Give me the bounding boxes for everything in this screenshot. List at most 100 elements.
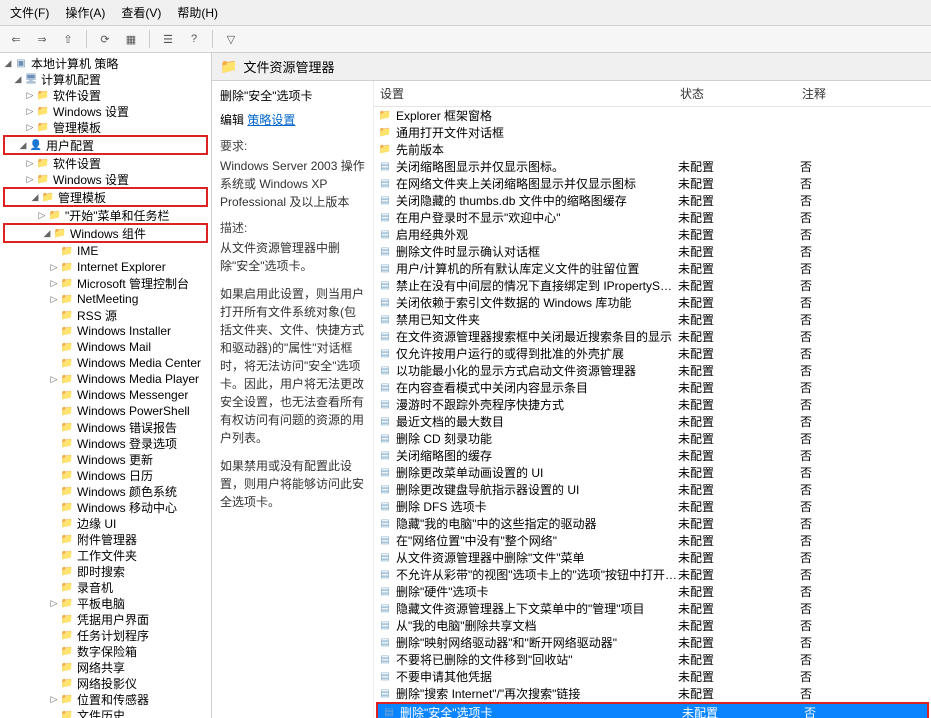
list-policy-row[interactable]: ▤最近文档的最大数目未配置否 [374, 413, 931, 430]
tree-item[interactable]: 📁Windows PowerShell [0, 403, 211, 419]
expand-icon[interactable]: ▷ [24, 122, 36, 133]
tree-item-admin-templates[interactable]: ◢ 📁 管理模板 [5, 189, 206, 205]
list-policy-row[interactable]: ▤在内容查看模式中关闭内容显示条目未配置否 [374, 379, 931, 396]
list-policy-row[interactable]: ▤禁止在没有中间层的情况下直接绑定到 IPropertySetStor...未配… [374, 277, 931, 294]
list-policy-row[interactable]: ▤启用经典外观未配置否 [374, 226, 931, 243]
list-policy-row[interactable]: ▤删除"硬件"选项卡未配置否 [374, 583, 931, 600]
col-status[interactable]: 状态 [674, 81, 796, 106]
tree-item[interactable]: 📁附件管理器 [0, 531, 211, 547]
tree-item[interactable]: 📁Windows Mail [0, 339, 211, 355]
menu-file[interactable]: 文件(F) [6, 2, 53, 23]
tree-item[interactable]: 📁Windows 更新 [0, 451, 211, 467]
tree-user-config[interactable]: ◢ 👤 用户配置 [5, 137, 206, 153]
list-policy-row[interactable]: ▤关闭缩略图的缓存未配置否 [374, 447, 931, 464]
expand-icon[interactable]: ▷ [48, 262, 60, 273]
refresh-button[interactable]: ⟳ [95, 29, 115, 49]
list-policy-row[interactable]: ▤不允许从彩带"的视图"选项卡上的"选项"按钮中打开文件夹...未配置否 [374, 566, 931, 583]
list-policy-row[interactable]: ▤不要申请其他凭据未配置否 [374, 668, 931, 685]
list-policy-row[interactable]: ▤关闭依赖于索引文件数据的 Windows 库功能未配置否 [374, 294, 931, 311]
tree-item[interactable]: ▷📁Windows Media Player [0, 371, 211, 387]
collapse-icon[interactable]: ◢ [12, 74, 24, 85]
tree-item[interactable]: 📁网络共享 [0, 659, 211, 675]
col-comment[interactable]: 注释 [796, 81, 931, 106]
nav-tree[interactable]: ◢ ▣ 本地计算机 策略 ◢ 🖥 计算机配置 ▷ 📁 软件设置 ▷ 📁 Wind… [0, 53, 212, 718]
collapse-icon[interactable]: ◢ [2, 58, 14, 69]
list-policy-row[interactable]: ▤删除 DFS 选项卡未配置否 [374, 498, 931, 515]
list-policy-row[interactable]: ▤关闭隐藏的 thumbs.db 文件中的缩略图缓存未配置否 [374, 192, 931, 209]
menu-help[interactable]: 帮助(H) [173, 2, 222, 23]
list-policy-row[interactable]: ▤删除更改菜单动画设置的 UI未配置否 [374, 464, 931, 481]
forward-button[interactable]: ⇒ [32, 29, 52, 49]
tree-item-admin-templates[interactable]: ▷ 📁 管理模板 [0, 119, 211, 135]
tree-item[interactable]: 📁数字保险箱 [0, 643, 211, 659]
list-policy-row[interactable]: ▤删除"安全"选项卡未配置否 [378, 704, 927, 718]
tree-item[interactable]: 📁Windows Media Center [0, 355, 211, 371]
tree-item[interactable]: 📁边缘 UI [0, 515, 211, 531]
tree-item[interactable]: 📁Windows 日历 [0, 467, 211, 483]
tree-item[interactable]: ▷📁平板电脑 [0, 595, 211, 611]
expand-icon[interactable]: ▷ [24, 158, 36, 169]
collapse-icon[interactable]: ◢ [17, 140, 29, 151]
list-policy-row[interactable]: ▤隐藏"我的电脑"中的这些指定的驱动器未配置否 [374, 515, 931, 532]
policy-settings-link[interactable]: 策略设置 [247, 113, 295, 127]
tree-item-start-menu[interactable]: ▷ 📁 "开始"菜单和任务栏 [0, 207, 211, 223]
list-policy-row[interactable]: ▤禁用已知文件夹未配置否 [374, 311, 931, 328]
list-policy-row[interactable]: ▤在文件资源管理器搜索框中关闭最近搜索条目的显示未配置否 [374, 328, 931, 345]
export-button[interactable]: ▦ [121, 29, 141, 49]
list-policy-row[interactable]: ▤关闭缩略图显示并仅显示图标。未配置否 [374, 158, 931, 175]
menu-view[interactable]: 查看(V) [117, 2, 165, 23]
list-policy-row[interactable]: ▤在"网络位置"中没有"整个网络"未配置否 [374, 532, 931, 549]
tree-item[interactable]: ▷📁位置和传感器 [0, 691, 211, 707]
filter-button[interactable]: ▽ [221, 29, 241, 49]
expand-icon[interactable]: ▷ [48, 374, 60, 385]
policy-list[interactable]: 设置 状态 注释 📁Explorer 框架窗格📁通用打开文件对话框📁先前版本▤关… [374, 81, 931, 718]
list-policy-row[interactable]: ▤删除文件时显示确认对话框未配置否 [374, 243, 931, 260]
expand-icon[interactable]: ▷ [48, 598, 60, 609]
tree-root[interactable]: ◢ ▣ 本地计算机 策略 [0, 55, 211, 71]
tree-item-windows-settings[interactable]: ▷ 📁 Windows 设置 [0, 103, 211, 119]
tree-item[interactable]: 📁Windows Installer [0, 323, 211, 339]
expand-icon[interactable]: ▷ [48, 278, 60, 289]
col-setting[interactable]: 设置 [374, 81, 674, 106]
tree-item[interactable]: 📁文件历史 [0, 707, 211, 718]
list-policy-row[interactable]: ▤删除 CD 刻录功能未配置否 [374, 430, 931, 447]
list-folder-row[interactable]: 📁Explorer 框架窗格 [374, 107, 931, 124]
list-policy-row[interactable]: ▤删除"搜索 Internet"/"再次搜索"链接未配置否 [374, 685, 931, 702]
tree-computer-config[interactable]: ◢ 🖥 计算机配置 [0, 71, 211, 87]
list-policy-row[interactable]: ▤以功能最小化的显示方式启动文件资源管理器未配置否 [374, 362, 931, 379]
list-policy-row[interactable]: ▤删除"映射网络驱动器"和"断开网络驱动器"未配置否 [374, 634, 931, 651]
list-policy-row[interactable]: ▤在用户登录时不显示"欢迎中心"未配置否 [374, 209, 931, 226]
tree-item-windows-settings[interactable]: ▷ 📁 Windows 设置 [0, 171, 211, 187]
tree-item[interactable]: ▷📁Microsoft 管理控制台 [0, 275, 211, 291]
list-policy-row[interactable]: ▤不要将已删除的文件移到"回收站"未配置否 [374, 651, 931, 668]
list-policy-row[interactable]: ▤仅允许按用户运行的或得到批准的外壳扩展未配置否 [374, 345, 931, 362]
tree-item[interactable]: ▷📁Internet Explorer [0, 259, 211, 275]
list-policy-row[interactable]: ▤从文件资源管理器中删除"文件"菜单未配置否 [374, 549, 931, 566]
expand-icon[interactable]: ▷ [24, 90, 36, 101]
expand-icon[interactable]: ▷ [36, 210, 48, 221]
tree-item[interactable]: 📁即时搜索 [0, 563, 211, 579]
tree-item[interactable]: 📁RSS 源 [0, 307, 211, 323]
collapse-icon[interactable]: ◢ [29, 192, 41, 203]
expand-icon[interactable]: ▷ [48, 694, 60, 705]
tree-item[interactable]: 📁工作文件夹 [0, 547, 211, 563]
tree-item[interactable]: 📁IME [0, 243, 211, 259]
tree-item[interactable]: 📁Windows 错误报告 [0, 419, 211, 435]
tree-item[interactable]: 📁Windows 移动中心 [0, 499, 211, 515]
tree-item[interactable]: 📁网络投影仪 [0, 675, 211, 691]
tree-item[interactable]: 📁Windows 颜色系统 [0, 483, 211, 499]
list-folder-row[interactable]: 📁先前版本 [374, 141, 931, 158]
list-policy-row[interactable]: ▤用户/计算机的所有默认库定义文件的驻留位置未配置否 [374, 260, 931, 277]
tree-item-software-settings[interactable]: ▷ 📁 软件设置 [0, 87, 211, 103]
expand-icon[interactable]: ▷ [24, 174, 36, 185]
expand-icon[interactable]: ▷ [48, 294, 60, 305]
list-policy-row[interactable]: ▤删除更改键盘导航指示器设置的 UI未配置否 [374, 481, 931, 498]
tree-item[interactable]: 📁Windows Messenger [0, 387, 211, 403]
expand-icon[interactable]: ▷ [24, 106, 36, 117]
list-policy-row[interactable]: ▤在网络文件夹上关闭缩略图显示并仅显示图标未配置否 [374, 175, 931, 192]
list-policy-row[interactable]: ▤漫游时不跟踪外壳程序快捷方式未配置否 [374, 396, 931, 413]
tree-item[interactable]: 📁录音机 [0, 579, 211, 595]
back-button[interactable]: ⇐ [6, 29, 26, 49]
list-policy-row[interactable]: ▤从"我的电脑"删除共享文档未配置否 [374, 617, 931, 634]
collapse-icon[interactable]: ◢ [41, 228, 53, 239]
